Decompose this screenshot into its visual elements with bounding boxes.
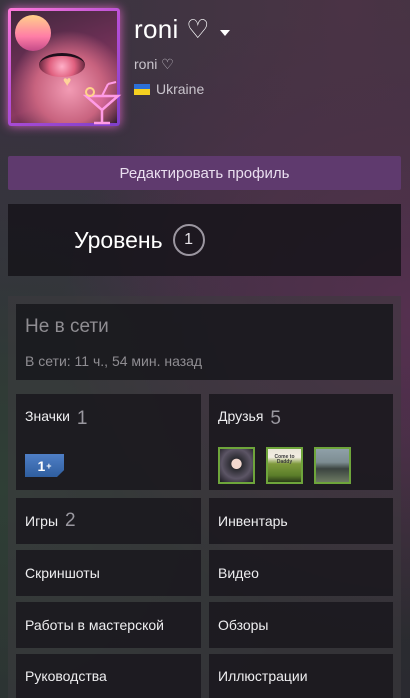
- level-label: Уровень: [74, 226, 163, 253]
- online-status: Не в сети: [25, 316, 109, 337]
- level-badge[interactable]: 1: [172, 224, 205, 256]
- status-box: Не в сети В сети: 11 ч., 54 мин. назад: [16, 304, 393, 380]
- profile-header: ♥ roni ♡ roni ♡ Ukraine: [0, 0, 410, 150]
- artwork-link[interactable]: Иллюстрации: [209, 654, 393, 698]
- reviews-link[interactable]: Обзоры: [209, 602, 393, 648]
- friend-avatar[interactable]: [218, 447, 255, 484]
- friend-avatar[interactable]: Come to Daddy: [266, 447, 303, 484]
- heart-icon: ♥: [63, 73, 72, 89]
- friend-avatar[interactable]: [314, 447, 351, 484]
- eye-graphic: [39, 53, 85, 77]
- username: roni ♡: [134, 14, 210, 44]
- games-count: 2: [65, 510, 76, 531]
- friends-label: Друзья: [218, 408, 264, 424]
- guides-link[interactable]: Руководства: [16, 654, 201, 698]
- edit-profile-button[interactable]: Редактировать профиль: [8, 156, 401, 190]
- cocktail-icon: [82, 81, 122, 125]
- badges-count: 1: [76, 408, 88, 429]
- games-label: Игры: [25, 513, 59, 529]
- country-label: Ukraine: [156, 81, 205, 97]
- inventory-link[interactable]: Инвентарь: [209, 498, 393, 544]
- games-link[interactable]: Игры 2: [16, 498, 201, 544]
- real-name: roni ♡: [134, 56, 174, 72]
- location: Ukraine: [134, 81, 204, 97]
- chevron-down-icon[interactable]: [219, 29, 230, 36]
- badge-icon[interactable]: 1 +: [25, 454, 64, 477]
- friends-count: 5: [270, 408, 281, 429]
- sun-graphic: [15, 15, 51, 51]
- friend-avatar-caption: Come to Daddy: [274, 454, 295, 465]
- username-row[interactable]: roni ♡: [134, 14, 230, 45]
- badges-label: Значки: [25, 408, 70, 424]
- level-box: Уровень 1: [8, 204, 401, 276]
- workshop-link[interactable]: Работы в мастерской: [16, 602, 201, 648]
- screenshots-link[interactable]: Скриншоты: [16, 550, 201, 596]
- videos-link[interactable]: Видео: [209, 550, 393, 596]
- last-online: В сети: 11 ч., 54 мин. назад: [25, 353, 203, 369]
- ukraine-flag-icon: [134, 83, 150, 95]
